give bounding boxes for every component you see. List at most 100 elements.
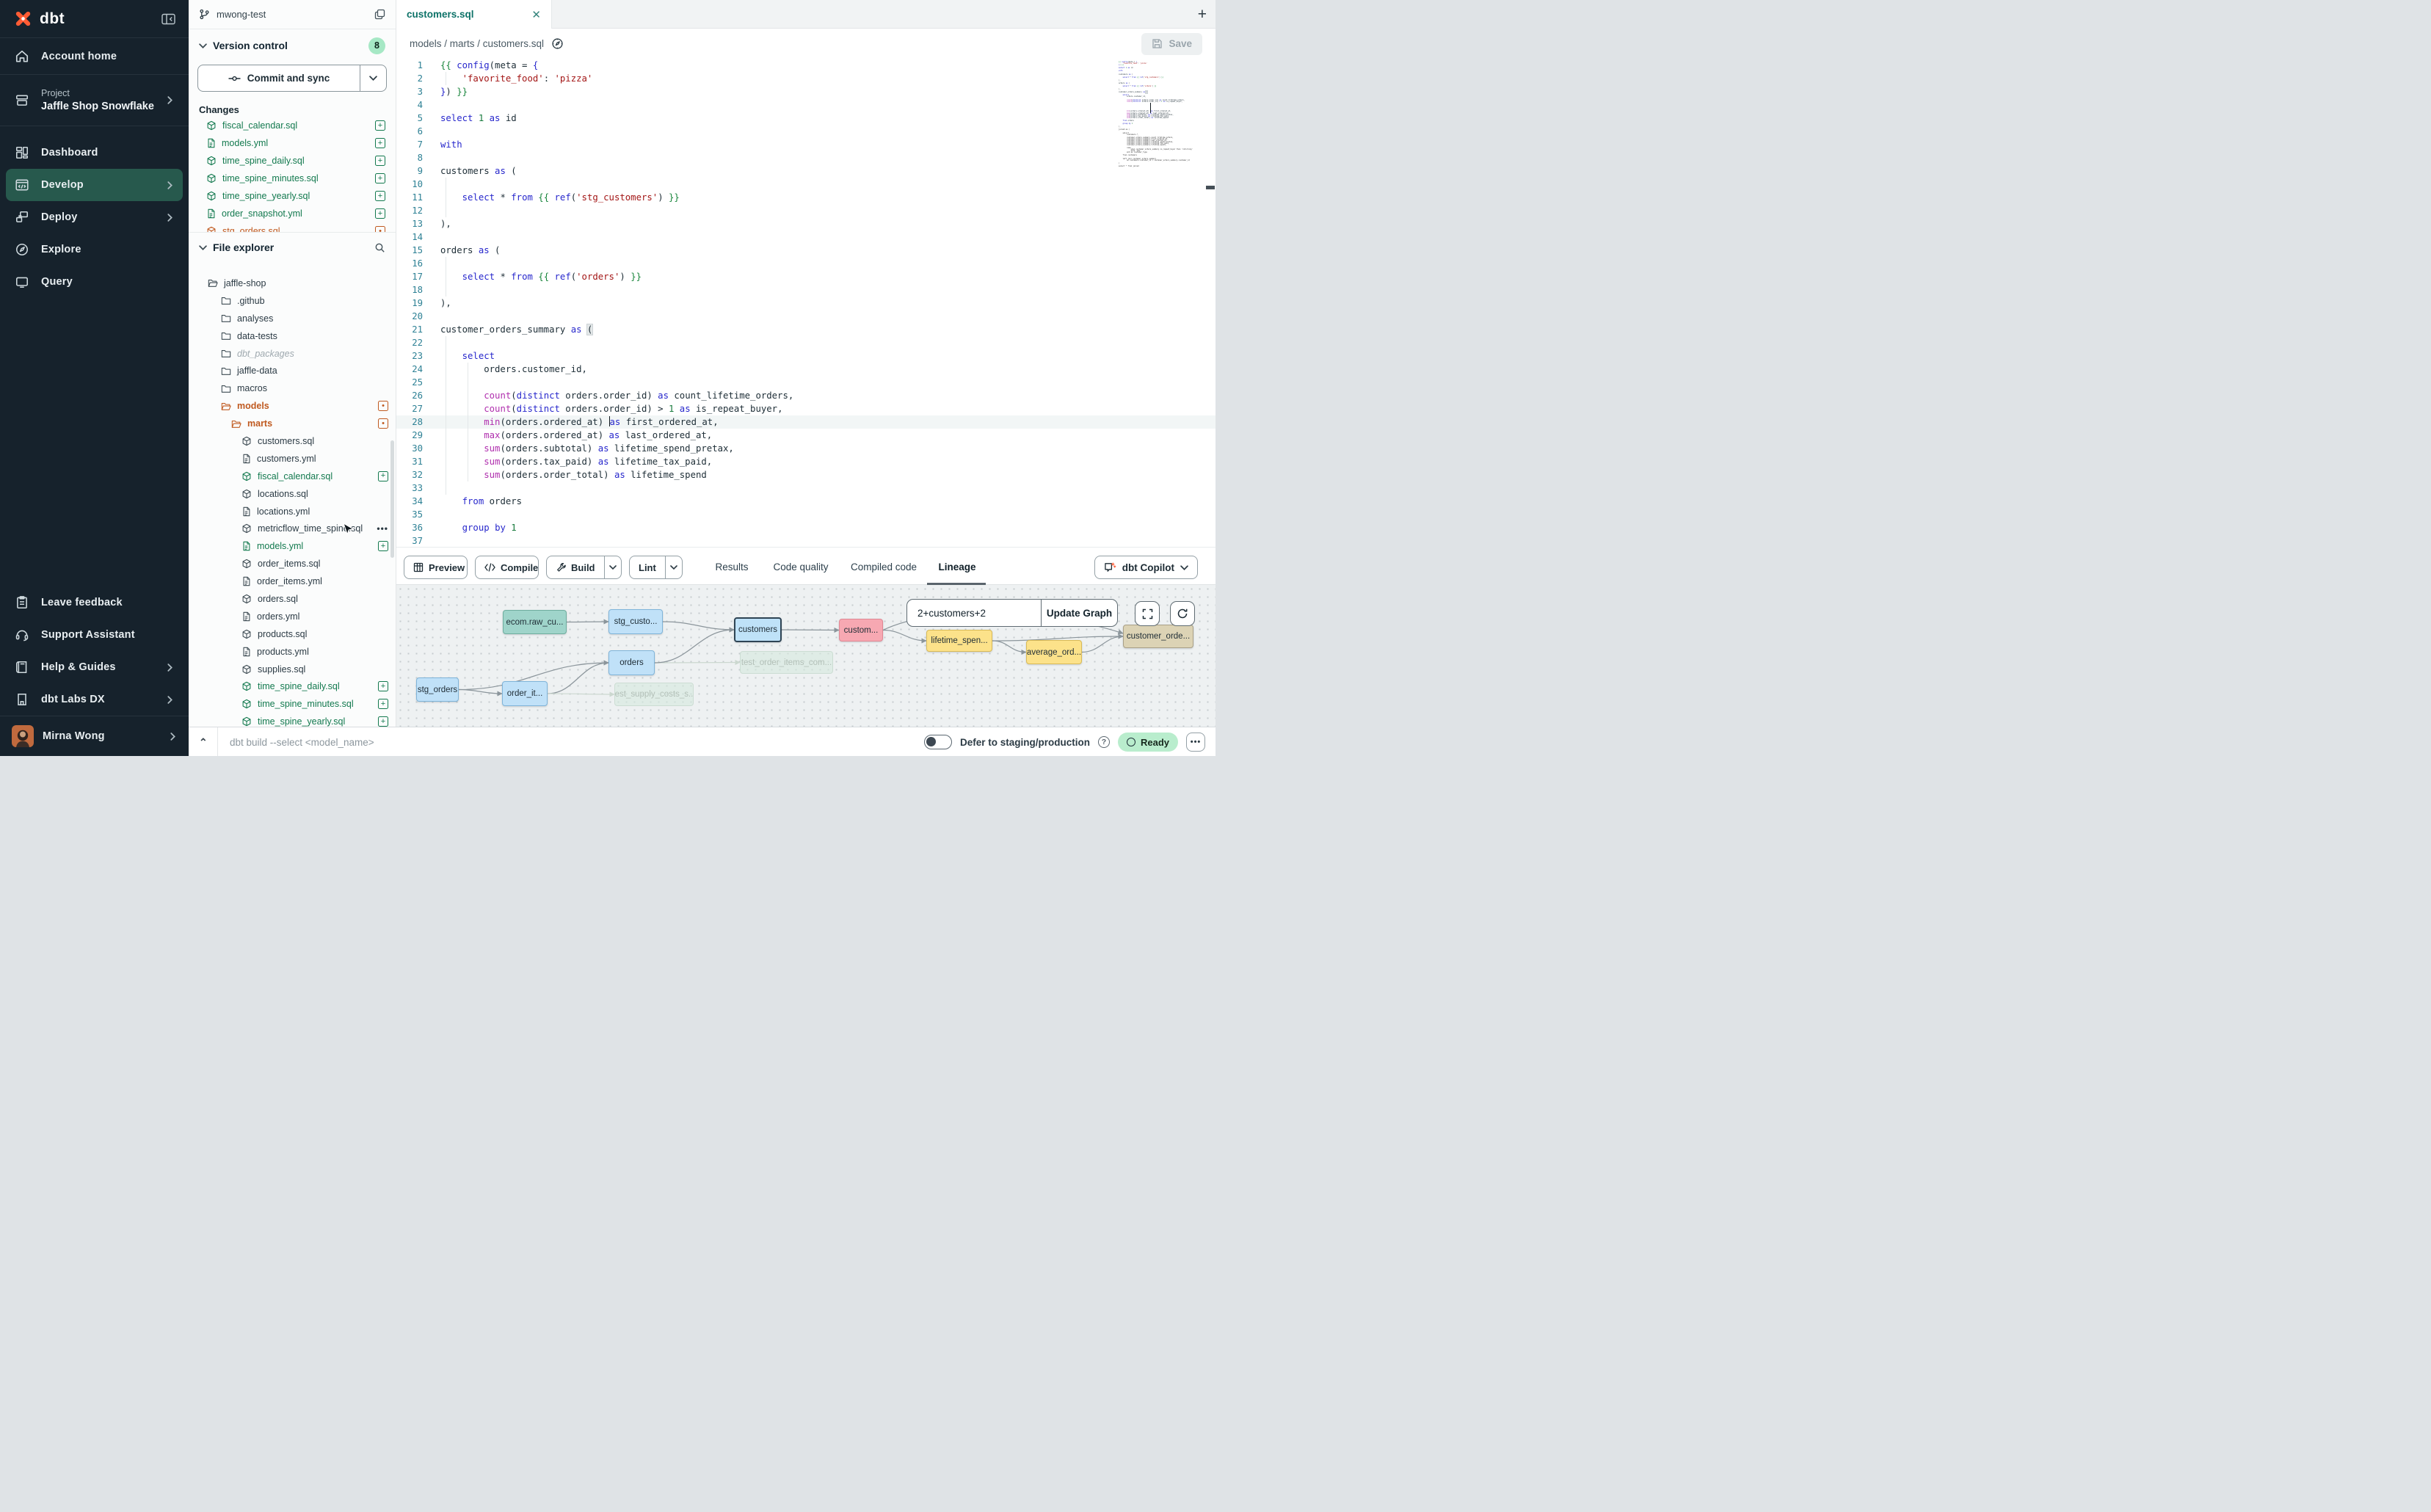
expand-command-bar-icon[interactable]: ⌃ <box>199 727 208 756</box>
git-status-badge[interactable]: + <box>378 681 388 691</box>
changed-file-time_spine_minutes.sql[interactable]: time_spine_minutes.sql+ <box>189 170 396 187</box>
code-editor[interactable]: 1{{ config(meta = {2 'favorite_food': 'p… <box>396 59 1216 547</box>
lineage-node-ecom[interactable]: ecom.raw_cu... <box>503 610 567 634</box>
refresh-button[interactable] <box>1170 601 1195 626</box>
tree-item-macros[interactable]: macros <box>189 379 396 397</box>
status-badge[interactable]: Ready <box>1118 733 1178 752</box>
stage-file-badge[interactable]: + <box>375 173 385 183</box>
tree-item-.github[interactable]: .github <box>189 292 396 310</box>
stage-file-badge[interactable]: + <box>375 156 385 166</box>
changed-file-order_snapshot.yml[interactable]: order_snapshot.yml+ <box>189 205 396 222</box>
stage-file-badge[interactable]: + <box>375 138 385 148</box>
defer-toggle[interactable] <box>924 735 952 749</box>
sidebar-item-support-assistant[interactable]: Support Assistant <box>6 619 183 651</box>
git-status-badge[interactable]: + <box>378 471 388 481</box>
new-tab-button[interactable]: + <box>1198 0 1207 29</box>
changed-file-models.yml[interactable]: models.yml+ <box>189 134 396 152</box>
tree-item-products.yml[interactable]: products.yml <box>189 643 396 661</box>
build-options-chevron[interactable] <box>604 556 622 578</box>
close-tab-icon[interactable]: ✕ <box>531 8 541 21</box>
tree-item-products.sql[interactable]: products.sql <box>189 625 396 643</box>
commit-and-sync-button[interactable]: Commit and sync <box>197 65 387 92</box>
stage-file-badge[interactable]: • <box>375 226 385 233</box>
tab-compiled-code[interactable]: Compiled code <box>851 548 917 586</box>
dbt-copilot-button[interactable]: dbt Copilot <box>1094 556 1198 579</box>
open-in-explorer-icon[interactable] <box>551 37 564 50</box>
lineage-node-custom[interactable]: custom... <box>839 619 883 641</box>
sidebar-item-explore[interactable]: Explore <box>6 233 183 266</box>
user-menu[interactable]: Mirna Wong <box>0 716 189 756</box>
tab-lineage[interactable]: Lineage <box>938 548 975 586</box>
sidebar-item-query[interactable]: Query <box>6 266 183 298</box>
lineage-node-order_it[interactable]: order_it... <box>502 681 548 706</box>
tree-item-locations.yml[interactable]: locations.yml <box>189 503 396 520</box>
compile-button[interactable]: Compile <box>475 556 539 579</box>
tree-item-orders.sql[interactable]: orders.sql <box>189 590 396 608</box>
tree-item-customers.yml[interactable]: customers.yml <box>189 450 396 468</box>
tree-item-data-tests[interactable]: data-tests <box>189 327 396 345</box>
lineage-node-test_order[interactable]: test_order_items_com... <box>740 651 833 674</box>
tree-item-supplies.sql[interactable]: supplies.sql <box>189 661 396 678</box>
lineage-node-orders[interactable]: orders <box>608 650 655 675</box>
lineage-node-customers[interactable]: customers <box>734 617 782 642</box>
tree-item-metricflow_time_spine.sql[interactable]: metricflow_time_spine.sql••• <box>189 520 396 537</box>
tab-customers-sql[interactable]: customers.sql ✕ <box>396 0 552 29</box>
stage-file-badge[interactable]: + <box>375 191 385 201</box>
editor-scrollbar-thumb[interactable] <box>1206 186 1215 189</box>
tree-item-models.yml[interactable]: models.yml+ <box>189 537 396 555</box>
changed-file-time_spine_yearly.sql[interactable]: time_spine_yearly.sql+ <box>189 187 396 205</box>
save-button[interactable]: Save <box>1141 33 1202 55</box>
panel-scrollbar[interactable] <box>390 440 394 558</box>
tree-item-customers.sql[interactable]: customers.sql <box>189 432 396 450</box>
version-control-section-header[interactable]: Version control 8 <box>189 29 396 62</box>
tree-item-models[interactable]: models• <box>189 397 396 415</box>
tree-item-time_spine_minutes.sql[interactable]: time_spine_minutes.sql+ <box>189 695 396 713</box>
sidebar-item-account-home[interactable]: Account home <box>0 38 189 75</box>
tree-item-marts[interactable]: marts• <box>189 415 396 432</box>
tab-results[interactable]: Results <box>715 548 748 586</box>
collapse-sidebar-icon[interactable] <box>161 13 175 25</box>
command-input[interactable]: dbt build --select <model_name> <box>230 727 374 756</box>
git-status-badge[interactable]: + <box>378 699 388 709</box>
sidebar-item-project[interactable]: Project Jaffle Shop Snowflake <box>0 75 189 126</box>
sidebar-item-dbt-labs-dx[interactable]: dbt Labs DX <box>6 683 183 716</box>
stage-file-badge[interactable]: + <box>375 208 385 219</box>
tree-item-analyses[interactable]: analyses <box>189 310 396 327</box>
lineage-node-stg_custo[interactable]: stg_custo... <box>608 609 663 634</box>
git-status-badge[interactable]: + <box>378 716 388 727</box>
sidebar-item-dashboard[interactable]: Dashboard <box>6 137 183 169</box>
tree-item-jaffle-shop[interactable]: jaffle-shop <box>189 275 396 292</box>
sidebar-item-help-guides[interactable]: Help & Guides <box>6 651 183 683</box>
git-status-badge[interactable]: + <box>378 541 388 551</box>
git-status-badge[interactable]: • <box>378 418 388 429</box>
lineage-node-average[interactable]: average_ord... <box>1026 640 1082 664</box>
tree-item-fiscal_calendar.sql[interactable]: fiscal_calendar.sql+ <box>189 468 396 485</box>
tree-item-jaffle-data[interactable]: jaffle-data <box>189 362 396 379</box>
lint-options-chevron[interactable] <box>665 556 682 578</box>
sidebar-item-leave-feedback[interactable]: Leave feedback <box>6 586 183 619</box>
commit-options-chevron[interactable] <box>360 65 386 91</box>
copy-icon[interactable] <box>374 9 385 20</box>
changed-file-time_spine_daily.sql[interactable]: time_spine_daily.sql+ <box>189 152 396 170</box>
tab-code-quality[interactable]: Code quality <box>773 548 828 586</box>
lineage-node-test_supply[interactable]: test_supply_costs_s... <box>614 683 694 706</box>
lineage-node-corders[interactable]: customer_orde... <box>1123 625 1193 648</box>
row-menu-icon[interactable]: ••• <box>377 523 388 534</box>
sidebar-item-develop[interactable]: Develop <box>6 169 183 201</box>
more-options-button[interactable]: ••• <box>1186 733 1205 752</box>
changed-file-stg_orders.sql[interactable]: stg_orders.sql• <box>189 222 396 233</box>
build-button[interactable]: Build <box>546 556 622 579</box>
help-icon[interactable]: ? <box>1098 736 1110 748</box>
lineage-graph[interactable]: ecom.raw_cu... stg_custo... customers custo… <box>396 585 1216 727</box>
tree-item-order_items.yml[interactable]: order_items.yml <box>189 573 396 590</box>
git-status-badge[interactable]: • <box>378 401 388 411</box>
tree-item-dbt_packages[interactable]: dbt_packages <box>189 345 396 363</box>
lineage-selector-input[interactable]: 2+customers+2 <box>907 600 1041 626</box>
tree-item-time_spine_daily.sql[interactable]: time_spine_daily.sql+ <box>189 677 396 695</box>
fullscreen-button[interactable] <box>1135 601 1160 626</box>
preview-button[interactable]: Preview <box>404 556 468 579</box>
lint-button[interactable]: Lint <box>629 556 683 579</box>
tree-item-locations.sql[interactable]: locations.sql <box>189 485 396 503</box>
lineage-node-lifetime[interactable]: lifetime_spen... <box>926 630 992 652</box>
tree-item-time_spine_yearly.sql[interactable]: time_spine_yearly.sql+ <box>189 713 396 727</box>
